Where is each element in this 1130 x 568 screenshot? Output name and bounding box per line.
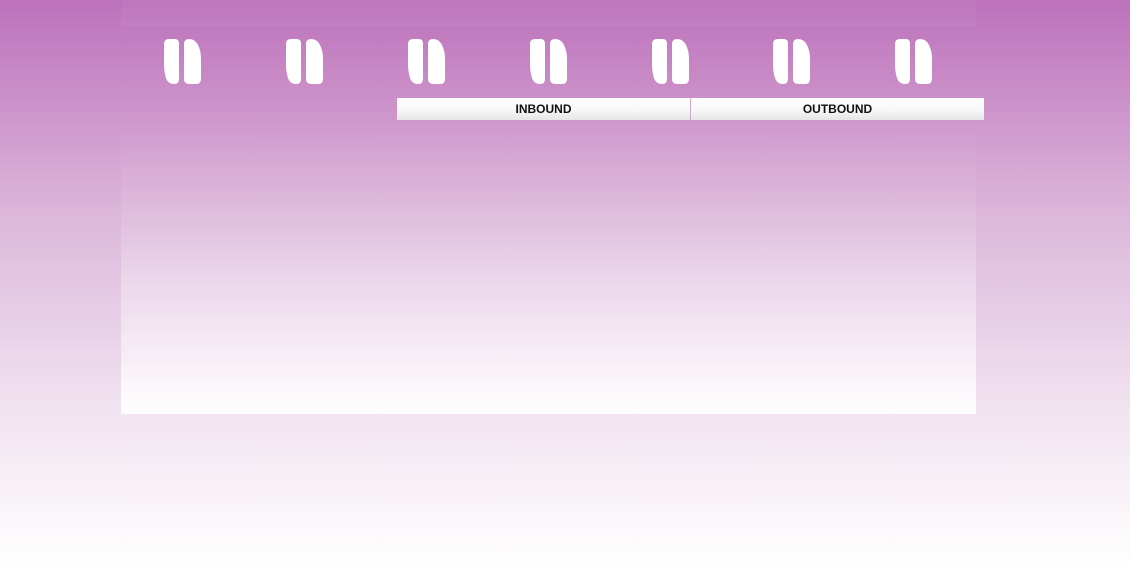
tab-inbound[interactable]: INBOUND [397,98,690,120]
pause-icon[interactable] [650,38,690,85]
direction-tab-bar: INBOUND OUTBOUND [397,98,984,120]
header-band [121,0,976,26]
toolbar-icon-row [121,38,976,86]
pause-icon[interactable] [284,38,324,85]
content-panel [121,120,976,414]
tab-outbound[interactable]: OUTBOUND [690,98,984,120]
pause-icon[interactable] [893,38,933,85]
pause-icon[interactable] [406,38,446,85]
pause-icon[interactable] [528,38,568,85]
pause-icon[interactable] [162,38,202,85]
pause-icon[interactable] [771,38,811,85]
